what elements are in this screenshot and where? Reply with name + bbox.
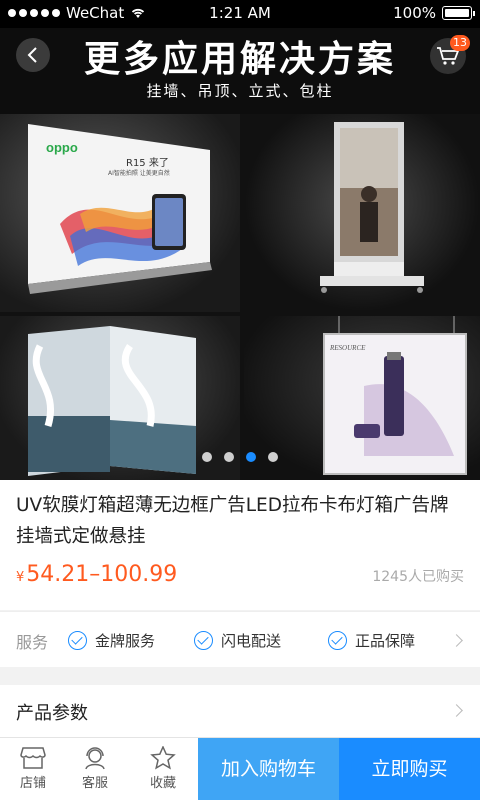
- service-item: 正品保障: [328, 630, 415, 651]
- carousel-dot-active[interactable]: [246, 452, 256, 462]
- services-row[interactable]: 服务 金牌服务 闪电配送 正品保障: [0, 611, 480, 667]
- check-circle-icon: [194, 631, 213, 650]
- services-label: 服务: [16, 633, 49, 652]
- chevron-right-icon: [450, 704, 463, 717]
- promo-header: 更多应用解决方案 挂墙、吊顶、立式、包柱 13: [0, 28, 480, 114]
- oppo-brand-text: oppo: [46, 140, 78, 155]
- product-info: UV软膜灯箱超薄无边框广告LED拉布卡布灯箱广告牌挂墙式定做悬挂 ¥54.21–…: [0, 480, 480, 610]
- service-label: 金牌服务: [95, 632, 156, 650]
- price-range: 54.21–100.99: [26, 562, 178, 587]
- check-circle-icon: [68, 631, 87, 650]
- tab-customer-service[interactable]: 客服: [64, 738, 126, 800]
- header-title: 更多应用解决方案: [83, 39, 396, 80]
- params-label: 产品参数: [16, 703, 88, 724]
- service-item: 金牌服务: [68, 630, 155, 651]
- resource-brand-text: RESOURCE: [330, 344, 366, 352]
- cart-button[interactable]: 13: [430, 35, 470, 74]
- cart-count-badge: 13: [450, 35, 470, 51]
- status-bar: WeChat 1:21 AM 100%: [0, 0, 480, 28]
- header-subtitle: 挂墙、吊顶、立式、包柱: [146, 82, 334, 100]
- buy-now-button[interactable]: 立即购买: [339, 738, 480, 800]
- sold-count: 1245人已购买: [372, 569, 464, 585]
- tab-service-label: 客服: [81, 776, 108, 791]
- store-icon: [20, 747, 46, 769]
- carousel-dot[interactable]: [202, 452, 212, 462]
- battery-percent: 100%: [393, 4, 436, 22]
- service-label: 正品保障: [355, 632, 416, 650]
- add-to-cart-button[interactable]: 加入购物车: [198, 738, 339, 800]
- tab-favorite[interactable]: 收藏: [132, 738, 194, 800]
- carousel-dot[interactable]: [224, 452, 234, 462]
- service-item: 闪电配送: [194, 630, 281, 651]
- currency-symbol: ¥: [16, 570, 25, 585]
- tab-favorite-label: 收藏: [149, 776, 176, 791]
- tab-store[interactable]: 店铺: [2, 738, 64, 800]
- status-right: 100%: [393, 4, 475, 22]
- standing-lightbox-image: [244, 114, 480, 312]
- star-icon: [150, 746, 176, 770]
- product-title: UV软膜灯箱超薄无边框广告LED拉布卡布灯箱广告牌挂墙式定做悬挂: [16, 495, 449, 547]
- oppo-subline: AI智能拍照 让美更自然: [108, 170, 170, 177]
- service-label: 闪电配送: [221, 632, 282, 650]
- customer-service-icon: [85, 747, 105, 770]
- bottom-action-bar: 店铺 客服 收藏 加入购物车 立即购买: [0, 737, 480, 800]
- battery-icon: [442, 6, 475, 20]
- oppo-headline: R15 来了: [126, 158, 169, 169]
- product-price: ¥54.21–100.99: [16, 562, 177, 587]
- image-carousel[interactable]: oppo R15 来了 AI智能拍照 让美更自然 RESOURCE: [0, 114, 480, 480]
- oppo-lightbox-image: oppo R15 来了 AI智能拍照 让美更自然: [0, 114, 240, 312]
- carousel-indicator: [0, 452, 480, 462]
- carousel-dot[interactable]: [268, 452, 278, 462]
- product-params-row[interactable]: 产品参数: [0, 685, 480, 737]
- tab-store-label: 店铺: [19, 776, 46, 791]
- chevron-right-icon: [450, 634, 463, 647]
- check-circle-icon: [328, 631, 347, 650]
